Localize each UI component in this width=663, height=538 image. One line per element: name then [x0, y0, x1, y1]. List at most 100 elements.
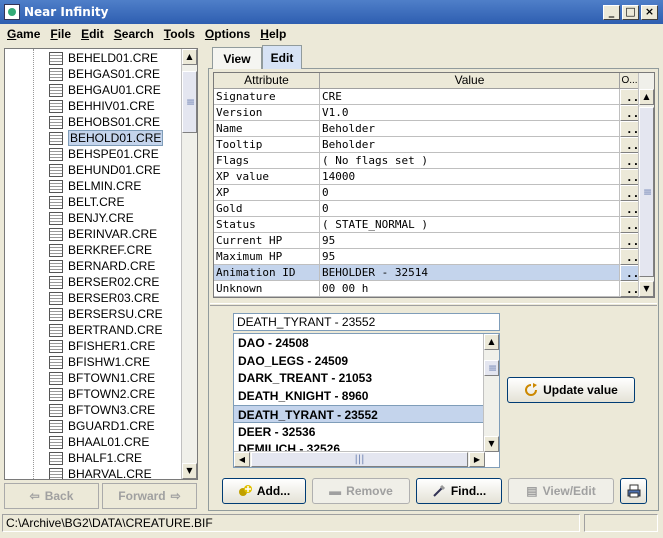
row-detail-button[interactable]: .. — [620, 153, 640, 169]
scroll-up-icon[interactable]: ▲ — [484, 334, 499, 350]
table-row[interactable]: Version V1.0.. — [214, 105, 640, 121]
row-detail-button[interactable]: .. — [620, 121, 640, 137]
tree-item[interactable]: BFTOWN1.CRE — [49, 370, 155, 386]
tree-item[interactable]: BENJY.CRE — [49, 210, 134, 226]
scroll-thumb[interactable] — [484, 360, 499, 376]
attribute-table[interactable]: Attribute Value O... Signature CRE.. Versi… — [213, 72, 655, 298]
value-text-field[interactable]: DEATH_TYRANT - 23552 — [233, 313, 500, 331]
tab-edit[interactable]: Edit — [262, 45, 302, 69]
tree-item[interactable]: BEHSPE01.CRE — [49, 146, 159, 162]
tree-item[interactable]: BERSER03.CRE — [49, 290, 159, 306]
table-row[interactable]: Signature CRE.. — [214, 89, 640, 105]
print-button[interactable] — [620, 478, 647, 504]
row-detail-button[interactable]: .. — [620, 185, 640, 201]
tree-item[interactable]: BFISHW1.CRE — [49, 354, 150, 370]
table-row[interactable]: Maximum HP 95.. — [214, 249, 640, 265]
forward-button[interactable]: Forward ⇨ — [102, 483, 197, 509]
row-detail-button[interactable]: .. — [620, 249, 640, 265]
tree-item[interactable]: BFTOWN2.CRE — [49, 386, 155, 402]
tree-item[interactable]: BGUARD1.CRE — [49, 418, 155, 434]
tree-item[interactable]: BELT.CRE — [49, 194, 124, 210]
tree-item[interactable]: BEHOLD01.CRE — [49, 130, 164, 146]
tree-item[interactable]: BHALF1.CRE — [49, 450, 142, 466]
remove-button[interactable]: ▬ Remove — [312, 478, 410, 504]
list-item[interactable]: DAO - 24508 — [234, 334, 485, 352]
scroll-up-icon[interactable]: ▲ — [639, 89, 654, 105]
tree-item[interactable]: BHAAL01.CRE — [49, 434, 149, 450]
scroll-up-icon[interactable]: ▲ — [182, 49, 197, 65]
menu-help[interactable]: Help — [260, 27, 286, 41]
menu-game[interactable]: Game — [7, 27, 40, 41]
value-options-list[interactable]: DAO - 24508 DAO_LEGS - 24509 DARK_TREANT -… — [233, 333, 500, 468]
scroll-thumb[interactable] — [639, 107, 654, 277]
back-button[interactable]: ⇦ Back — [4, 483, 99, 509]
row-detail-button[interactable]: .. — [620, 105, 640, 121]
row-detail-button[interactable]: .. — [620, 233, 640, 249]
table-row[interactable]: Gold 0.. — [214, 201, 640, 217]
tree-scrollbar[interactable]: ▲ ▼ — [181, 49, 197, 479]
table-row[interactable]: Animation ID BEHOLDER - 32514.. — [214, 265, 640, 281]
scroll-right-icon[interactable]: ▶ — [469, 452, 485, 467]
tree-item[interactable]: BEHGAU01.CRE — [49, 82, 161, 98]
tab-view[interactable]: View — [212, 47, 262, 69]
row-detail-button[interactable]: .. — [620, 169, 640, 185]
table-row[interactable]: Status( STATE_NORMAL ).. — [214, 217, 640, 233]
update-value-button[interactable]: Update value — [507, 377, 635, 403]
scroll-left-icon[interactable]: ◀ — [234, 452, 250, 467]
split-divider[interactable] — [210, 303, 657, 306]
add-button[interactable]: Add... — [222, 478, 306, 504]
minimize-button[interactable]: _ — [603, 4, 620, 20]
list-item[interactable]: DEATH_TYRANT - 23552 — [234, 404, 485, 423]
row-detail-button[interactable]: .. — [620, 89, 640, 105]
tree-item[interactable]: BEHGAS01.CRE — [49, 66, 160, 82]
tree-item[interactable]: BEHHIV01.CRE — [49, 98, 155, 114]
menu-options[interactable]: Options — [205, 27, 250, 41]
table-row[interactable]: XP value 14000.. — [214, 169, 640, 185]
scroll-down-icon[interactable]: ▼ — [639, 281, 654, 297]
list-item[interactable]: DEER - 32536 — [234, 423, 485, 441]
view-edit-button[interactable]: ▤ View/Edit — [508, 478, 614, 504]
menu-tools[interactable]: Tools — [164, 27, 195, 41]
tree-item[interactable]: BERNARD.CRE — [49, 258, 155, 274]
resource-tree[interactable]: BEHELD01.CRE BEHGAS01.CRE BEHGAU01.CRE BEHH… — [4, 48, 198, 480]
tree-item[interactable]: BELMIN.CRE — [49, 178, 141, 194]
menu-file[interactable]: File — [50, 27, 71, 41]
tree-item[interactable]: BERINVAR.CRE — [49, 226, 157, 242]
row-detail-button[interactable]: .. — [620, 217, 640, 233]
list-horizontal-scrollbar[interactable]: ◀ ||| ▶ — [234, 451, 485, 467]
tree-item[interactable]: BERKREF.CRE — [49, 242, 152, 258]
scroll-thumb[interactable] — [182, 71, 197, 133]
scroll-down-icon[interactable]: ▼ — [484, 436, 499, 452]
table-scrollbar[interactable]: ▲ ▼ — [638, 73, 654, 297]
scroll-thumb[interactable]: ||| — [251, 452, 468, 467]
tree-item[interactable]: BEHOBS01.CRE — [49, 114, 160, 130]
table-row[interactable]: Tooltip Beholder.. — [214, 137, 640, 153]
scroll-down-icon[interactable]: ▼ — [182, 463, 197, 479]
find-button[interactable]: Find... — [416, 478, 502, 504]
tree-item[interactable]: BEHELD01.CRE — [49, 50, 158, 66]
tree-item[interactable]: BERSERSU.CRE — [49, 306, 163, 322]
tree-item[interactable]: BEHUND01.CRE — [49, 162, 161, 178]
header-value[interactable]: Value — [320, 73, 620, 89]
table-row[interactable]: XP 0.. — [214, 185, 640, 201]
table-row[interactable]: Current HP 95.. — [214, 233, 640, 249]
header-offset[interactable]: O... — [620, 73, 640, 89]
menu-edit[interactable]: Edit — [81, 27, 104, 41]
tree-item[interactable]: BFTOWN3.CRE — [49, 402, 155, 418]
table-row[interactable]: Unknown 00 00 h.. — [214, 281, 640, 297]
list-scrollbar[interactable]: ▲ ▼ — [483, 334, 499, 452]
tree-item[interactable]: BERTRAND.CRE — [49, 322, 162, 338]
row-detail-button[interactable]: .. — [620, 265, 640, 281]
row-detail-button[interactable]: .. — [620, 137, 640, 153]
row-detail-button[interactable]: .. — [620, 281, 640, 297]
header-attribute[interactable]: Attribute — [214, 73, 320, 89]
tree-item[interactable]: BERSER02.CRE — [49, 274, 159, 290]
list-item[interactable]: DAO_LEGS - 24509 — [234, 352, 485, 370]
tree-item[interactable]: BHARVAL.CRE — [49, 466, 152, 479]
table-row[interactable]: Name Beholder.. — [214, 121, 640, 137]
menu-search[interactable]: Search — [114, 27, 154, 41]
row-detail-button[interactable]: .. — [620, 201, 640, 217]
list-item[interactable]: DARK_TREANT - 21053 — [234, 369, 485, 387]
table-row[interactable]: Flags( No flags set ).. — [214, 153, 640, 169]
maximize-button[interactable]: □ — [622, 4, 639, 20]
